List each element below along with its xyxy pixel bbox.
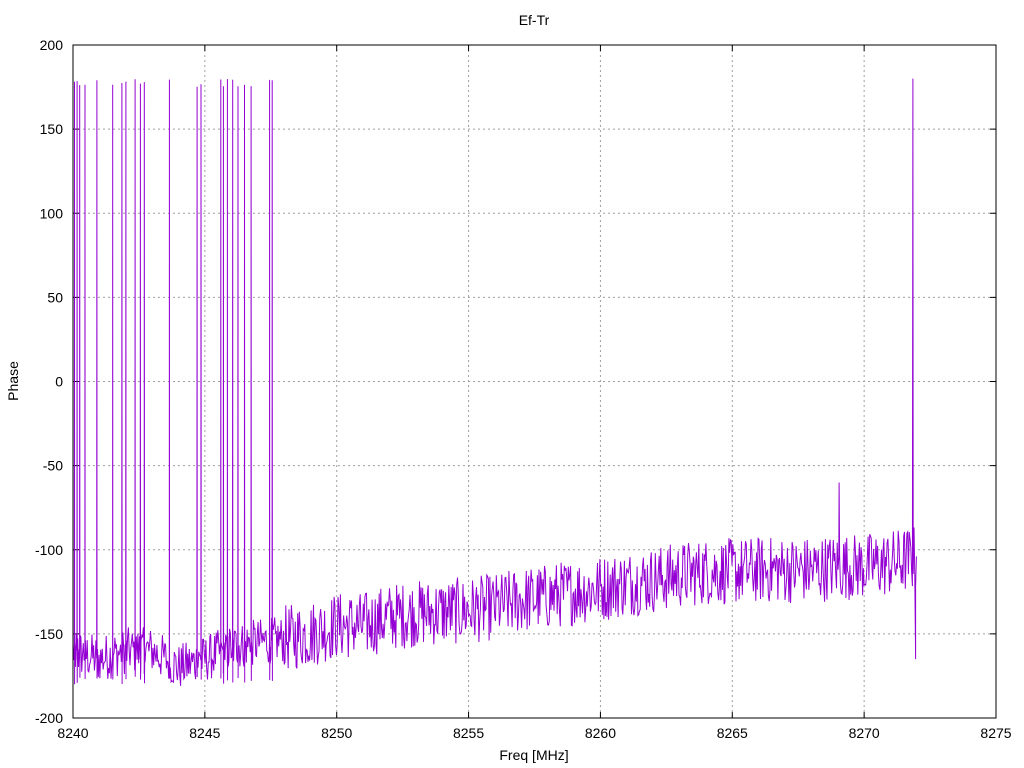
y-tick-label: 200 — [40, 37, 64, 53]
phase-series-line — [72, 78, 917, 686]
y-axis-label: Phase — [5, 361, 21, 401]
y-tick-label: -100 — [35, 542, 63, 558]
y-tick-label: 100 — [40, 205, 64, 221]
x-tick-label: 8265 — [717, 725, 748, 741]
x-tick-label: 8275 — [980, 725, 1011, 741]
y-tick-label: 0 — [55, 374, 63, 390]
x-tick-label: 8250 — [321, 725, 352, 741]
grid-lines — [73, 45, 996, 718]
y-tick-label: -150 — [35, 626, 63, 642]
chart-title: Ef-Tr — [519, 12, 550, 28]
y-tick-label: 150 — [40, 121, 64, 137]
series-layer — [72, 78, 917, 686]
y-tick-label: 50 — [47, 289, 63, 305]
y-tick-label: -200 — [35, 710, 63, 726]
x-tick-label: 8260 — [585, 725, 616, 741]
x-tick-label: 8255 — [453, 725, 484, 741]
x-tick-label: 8245 — [189, 725, 220, 741]
axis-ticks: 8240 8245 8250 8255 8260 8265 8270 8275 -200 -150… — [35, 37, 1012, 741]
phase-chart: 8240 8245 8250 8255 8260 8265 8270 8275 -200 -150… — [5, 12, 1012, 763]
x-tick-label: 8240 — [57, 725, 88, 741]
x-tick-label: 8270 — [849, 725, 880, 741]
x-axis-label: Freq [MHz] — [499, 747, 568, 763]
y-tick-label: -50 — [43, 458, 63, 474]
